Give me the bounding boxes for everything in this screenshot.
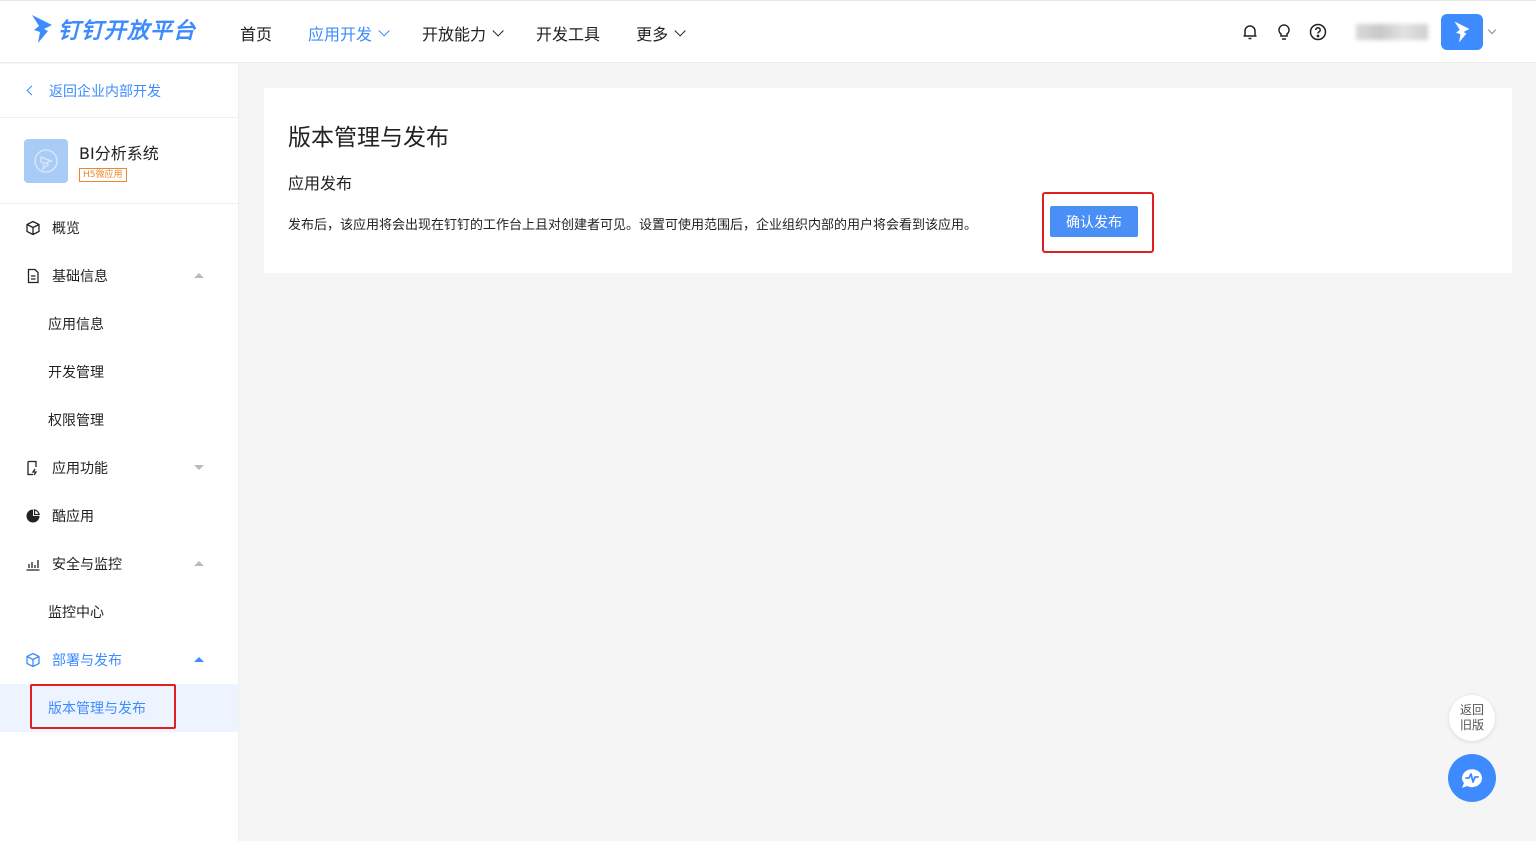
sidebar-item-security-monitoring[interactable]: 安全与监控	[0, 540, 238, 588]
chat-assistant-icon	[1462, 769, 1482, 788]
sidebar-item-dev-management[interactable]: 开发管理	[0, 348, 238, 396]
caret-up-icon	[194, 561, 204, 566]
sidebar-item-label: 开发管理	[48, 365, 104, 381]
dingtalk-logo-icon	[32, 15, 52, 43]
sidebar-item-deploy-release[interactable]: 部署与发布	[0, 636, 238, 684]
nav-more[interactable]: 更多	[636, 21, 686, 45]
logo-text: 钉钉开放平台	[58, 19, 197, 44]
lightbulb-icon[interactable]	[1274, 22, 1294, 42]
app-card: BI分析系统 H5微应用	[0, 118, 238, 204]
chevron-down-icon[interactable]	[1487, 25, 1497, 35]
section-title: 应用发布	[288, 174, 353, 193]
sidebar-item-label: 部署与发布	[52, 653, 122, 669]
bell-icon[interactable]	[1240, 22, 1260, 42]
chevron-down-icon	[492, 24, 504, 37]
sidebar: 返回企业内部开发 BI分析系统 H5微应用 概览 基础信息 应用信息 开发管理 …	[0, 64, 239, 841]
back-link-label: 返回企业内部开发	[49, 83, 161, 100]
chevron-left-icon	[26, 85, 37, 96]
sidebar-item-cool-app[interactable]: 酷应用	[0, 492, 238, 540]
sidebar-item-monitor-center[interactable]: 监控中心	[0, 588, 238, 636]
sidebar-item-label: 酷应用	[52, 509, 94, 525]
highlight-box	[30, 684, 176, 729]
nav-open-capability-label: 开放能力	[422, 24, 487, 44]
old-version-label-1: 返回	[1459, 703, 1484, 717]
main-panel: 版本管理与发布 应用发布 发布后，该应用将会出现在钉钉的工作台上且对创建者可见。…	[264, 88, 1512, 273]
main-nav: 首页 应用开发 开放能力 开发工具 更多	[240, 1, 718, 64]
sidebar-item-app-info[interactable]: 应用信息	[0, 300, 238, 348]
nav-home[interactable]: 首页	[240, 21, 272, 45]
document-icon	[24, 267, 42, 285]
old-version-label-2: 旧版	[1459, 718, 1484, 732]
sidebar-item-label: 安全与监控	[52, 557, 122, 573]
nav-dev-tools-label: 开发工具	[536, 24, 601, 44]
sidebar-item-basic-info[interactable]: 基础信息	[0, 252, 238, 300]
highlight-box	[1042, 192, 1154, 253]
user-name-blurred[interactable]	[1356, 24, 1428, 40]
caret-up-icon	[194, 657, 204, 662]
nav-dev-tools[interactable]: 开发工具	[536, 21, 600, 45]
sidebar-item-label: 权限管理	[48, 413, 104, 429]
app-icon	[24, 138, 68, 183]
sidebar-item-app-features[interactable]: 应用功能	[0, 444, 238, 492]
nav-open-capability[interactable]: 开放能力	[422, 21, 504, 45]
caret-up-icon	[194, 273, 204, 278]
dingtalk-logo-icon	[1454, 21, 1470, 43]
sidebar-item-permission-management[interactable]: 权限管理	[0, 396, 238, 444]
chevron-down-icon	[378, 24, 390, 37]
return-old-version-button[interactable]: 返回 旧版	[1449, 695, 1495, 741]
page-title: 版本管理与发布	[288, 125, 449, 151]
sidebar-item-overview[interactable]: 概览	[0, 204, 238, 252]
sidebar-item-label: 应用功能	[52, 461, 108, 477]
avatar[interactable]	[1441, 14, 1483, 50]
nav-app-dev-label: 应用开发	[308, 24, 373, 44]
assistant-chat-button[interactable]	[1448, 754, 1496, 802]
cube-icon	[24, 219, 42, 237]
cool-app-icon	[24, 507, 42, 525]
top-icons	[1240, 22, 1342, 42]
logo[interactable]: 钉钉开放平台	[30, 13, 196, 45]
nav-app-dev[interactable]: 应用开发	[308, 21, 390, 45]
help-icon[interactable]	[1308, 22, 1328, 42]
sidebar-menu: 概览 基础信息 应用信息 开发管理 权限管理 应用功能 酷应用 安全与监控 监控…	[0, 204, 238, 732]
sidebar-item-label: 应用信息	[48, 317, 104, 333]
top-bar: 钉钉开放平台 首页 应用开发 开放能力 开发工具 更多	[0, 0, 1536, 63]
cube-icon	[24, 651, 42, 669]
app-name: BI分析系统	[79, 143, 159, 163]
nav-home-label: 首页	[240, 24, 273, 44]
nav-more-label: 更多	[636, 24, 669, 44]
bar-chart-icon	[24, 555, 42, 573]
app-feature-icon	[24, 459, 42, 477]
back-to-internal-dev-link[interactable]: 返回企业内部开发	[0, 64, 238, 118]
sidebar-item-label: 监控中心	[48, 605, 104, 621]
release-description: 发布后，该应用将会出现在钉钉的工作台上且对创建者可见。设置可使用范围后，企业组织…	[288, 218, 978, 233]
sidebar-item-label: 概览	[52, 221, 80, 237]
sidebar-item-label: 基础信息	[52, 269, 108, 285]
chevron-down-icon	[674, 24, 686, 37]
app-type-badge: H5微应用	[79, 167, 127, 182]
caret-down-icon	[194, 465, 204, 470]
